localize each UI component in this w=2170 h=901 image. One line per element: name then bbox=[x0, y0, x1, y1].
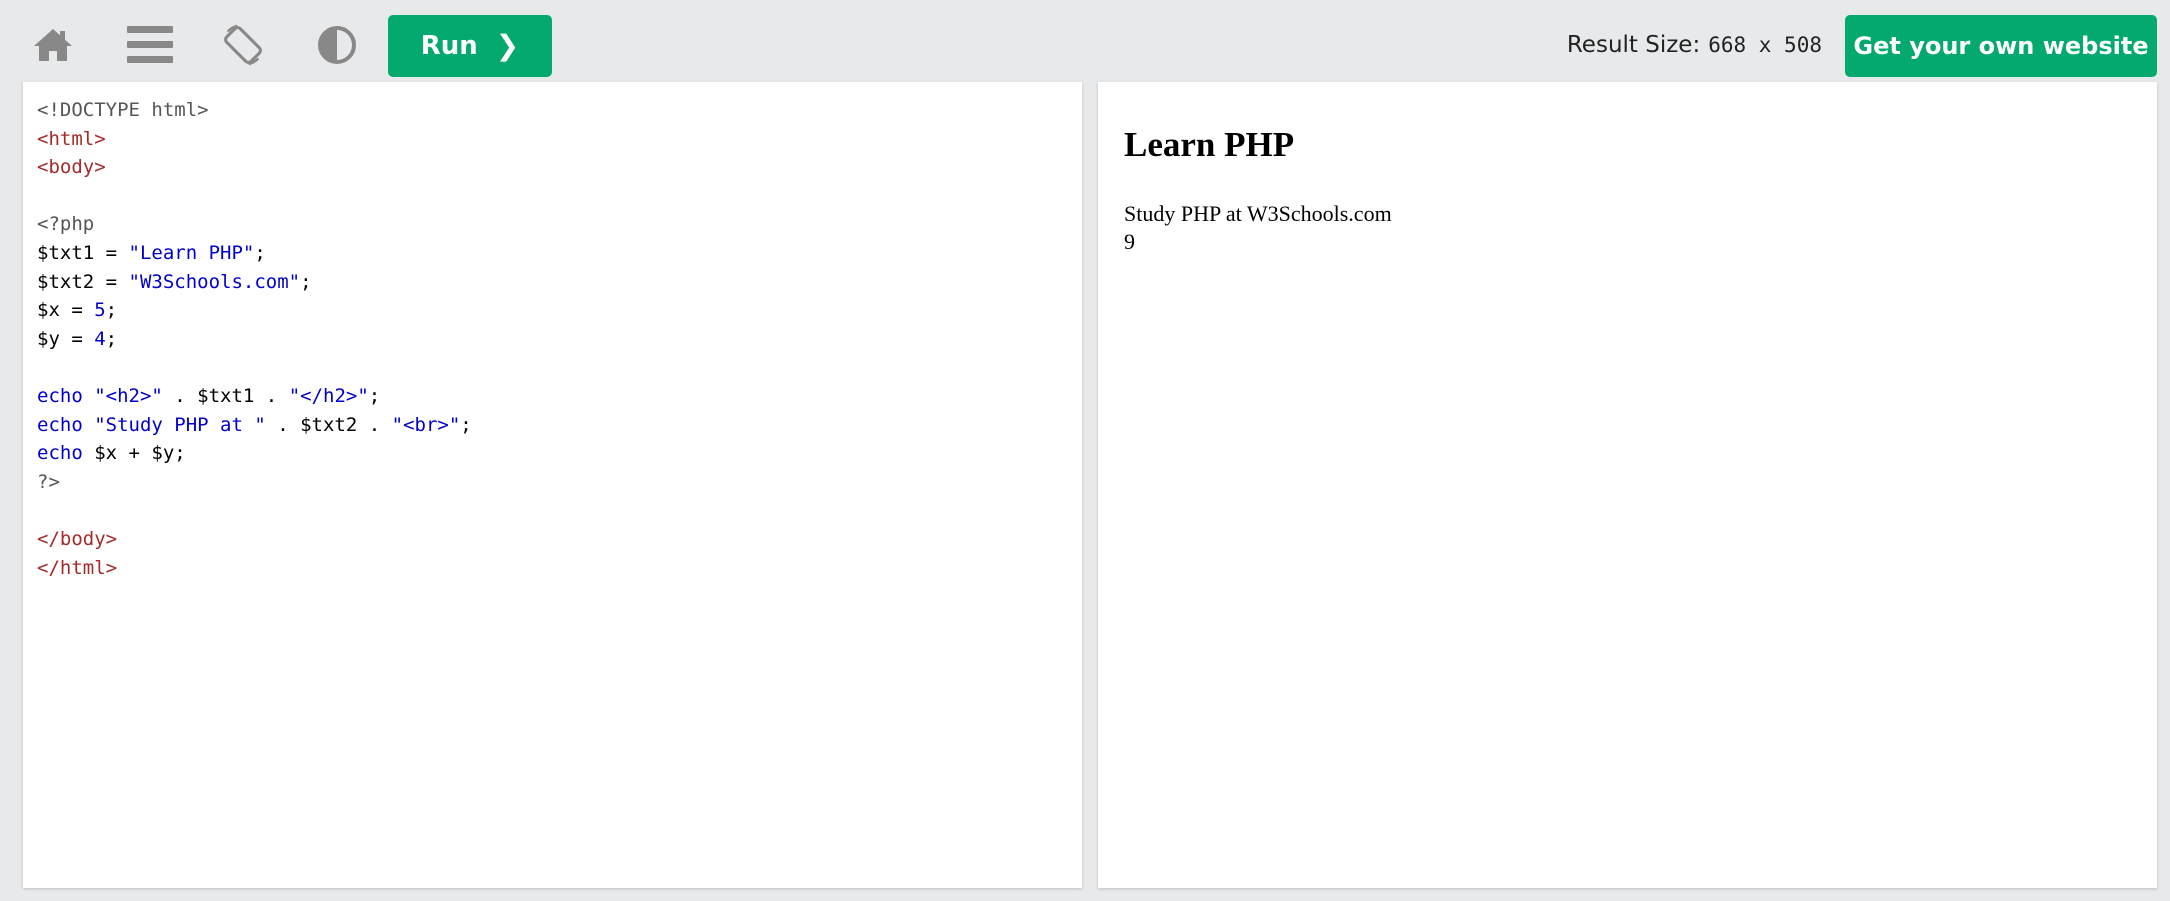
code-token: $x + $y; bbox=[94, 442, 186, 465]
code-line: <html> bbox=[37, 125, 1068, 154]
code-token: "Study PHP at " bbox=[94, 413, 266, 436]
code-token: ; bbox=[254, 241, 266, 264]
code-token: "W3Schools.com" bbox=[128, 270, 301, 293]
code-line: $x = 5; bbox=[37, 296, 1068, 325]
code-token: $y = bbox=[37, 327, 95, 350]
code-line: </body> bbox=[37, 525, 1068, 554]
code-token: "<br>" bbox=[391, 413, 461, 436]
code-token: ?> bbox=[37, 470, 60, 493]
code-token: ; bbox=[300, 270, 312, 293]
code-token: 5 bbox=[94, 299, 106, 322]
code-line: </html> bbox=[37, 554, 1068, 583]
code-token: ; bbox=[368, 384, 381, 407]
code-line: <body> bbox=[37, 153, 1068, 182]
result-line: 9 bbox=[1124, 229, 1135, 254]
code-token: <html> bbox=[37, 127, 106, 150]
code-line: echo "Study PHP at " . $txt2 . "<br>"; bbox=[37, 411, 1068, 440]
code-line: echo "<h2>" . $txt1 . "</h2>"; bbox=[37, 382, 1068, 411]
code-line: $txt1 = "Learn PHP"; bbox=[37, 239, 1068, 268]
code-token: echo bbox=[37, 413, 95, 436]
run-button[interactable]: Run ❯ bbox=[388, 15, 552, 77]
code-token: $txt1 = bbox=[37, 241, 129, 264]
code-token: echo bbox=[37, 442, 95, 465]
code-token: <body> bbox=[37, 156, 106, 179]
code-token: ; bbox=[460, 413, 472, 436]
tryit-editor-page: Run ❯ Result Size: 668 x 508 Get your ow… bbox=[0, 0, 2170, 901]
rotate-icon[interactable] bbox=[220, 22, 266, 68]
code-line: <!DOCTYPE html> bbox=[37, 96, 1068, 125]
code-token: 4 bbox=[94, 327, 106, 350]
code-token: ; bbox=[105, 299, 118, 322]
result-size: Result Size: 668 x 508 bbox=[1567, 28, 1822, 62]
code-line: echo $x + $y; bbox=[37, 439, 1068, 468]
menu-icon[interactable] bbox=[127, 22, 173, 68]
home-icon[interactable] bbox=[30, 22, 76, 68]
toolbar: Run ❯ Result Size: 668 x 508 Get your ow… bbox=[0, 0, 2170, 80]
code-editor[interactable]: <!DOCTYPE html> <html> <body> <?php $txt… bbox=[23, 82, 1082, 888]
code-token: "Learn PHP" bbox=[128, 241, 255, 264]
code-token: <!DOCTYPE html> bbox=[37, 99, 209, 121]
code-line: $txt2 = "W3Schools.com"; bbox=[37, 268, 1068, 297]
code-line: $y = 4; bbox=[37, 325, 1068, 354]
result-size-value: 668 x 508 bbox=[1708, 33, 1822, 57]
run-button-label: Run bbox=[420, 31, 478, 61]
get-your-own-website-button[interactable]: Get your own website bbox=[1845, 15, 2157, 77]
code-line: <?php bbox=[37, 210, 1068, 239]
code-token: . $txt1 . bbox=[162, 384, 289, 407]
get-website-label: Get your own website bbox=[1853, 32, 2149, 60]
result-size-label: Result Size: bbox=[1566, 32, 1701, 58]
result-frame[interactable]: Learn PHP Study PHP at W3Schools.com 9 bbox=[1098, 82, 2157, 888]
contrast-icon[interactable] bbox=[314, 22, 360, 68]
code-line: ?> bbox=[37, 468, 1068, 497]
code-token: <?php bbox=[37, 213, 95, 236]
code-token: </body> bbox=[37, 527, 118, 550]
result-line: Study PHP at W3Schools.com bbox=[1124, 201, 1392, 226]
code-token: ; bbox=[105, 327, 118, 350]
code-token: echo bbox=[37, 384, 95, 407]
code-token: $txt2 = bbox=[37, 270, 129, 293]
result-heading: Learn PHP bbox=[1124, 125, 1295, 164]
code-token: . $txt2 . bbox=[265, 413, 392, 436]
code-token: </html> bbox=[37, 556, 118, 579]
chevron-right-icon: ❯ bbox=[495, 29, 520, 62]
code-token: $x = bbox=[37, 299, 95, 322]
code-token: "</h2>" bbox=[288, 384, 369, 407]
code-token: "<h2>" bbox=[94, 384, 163, 407]
